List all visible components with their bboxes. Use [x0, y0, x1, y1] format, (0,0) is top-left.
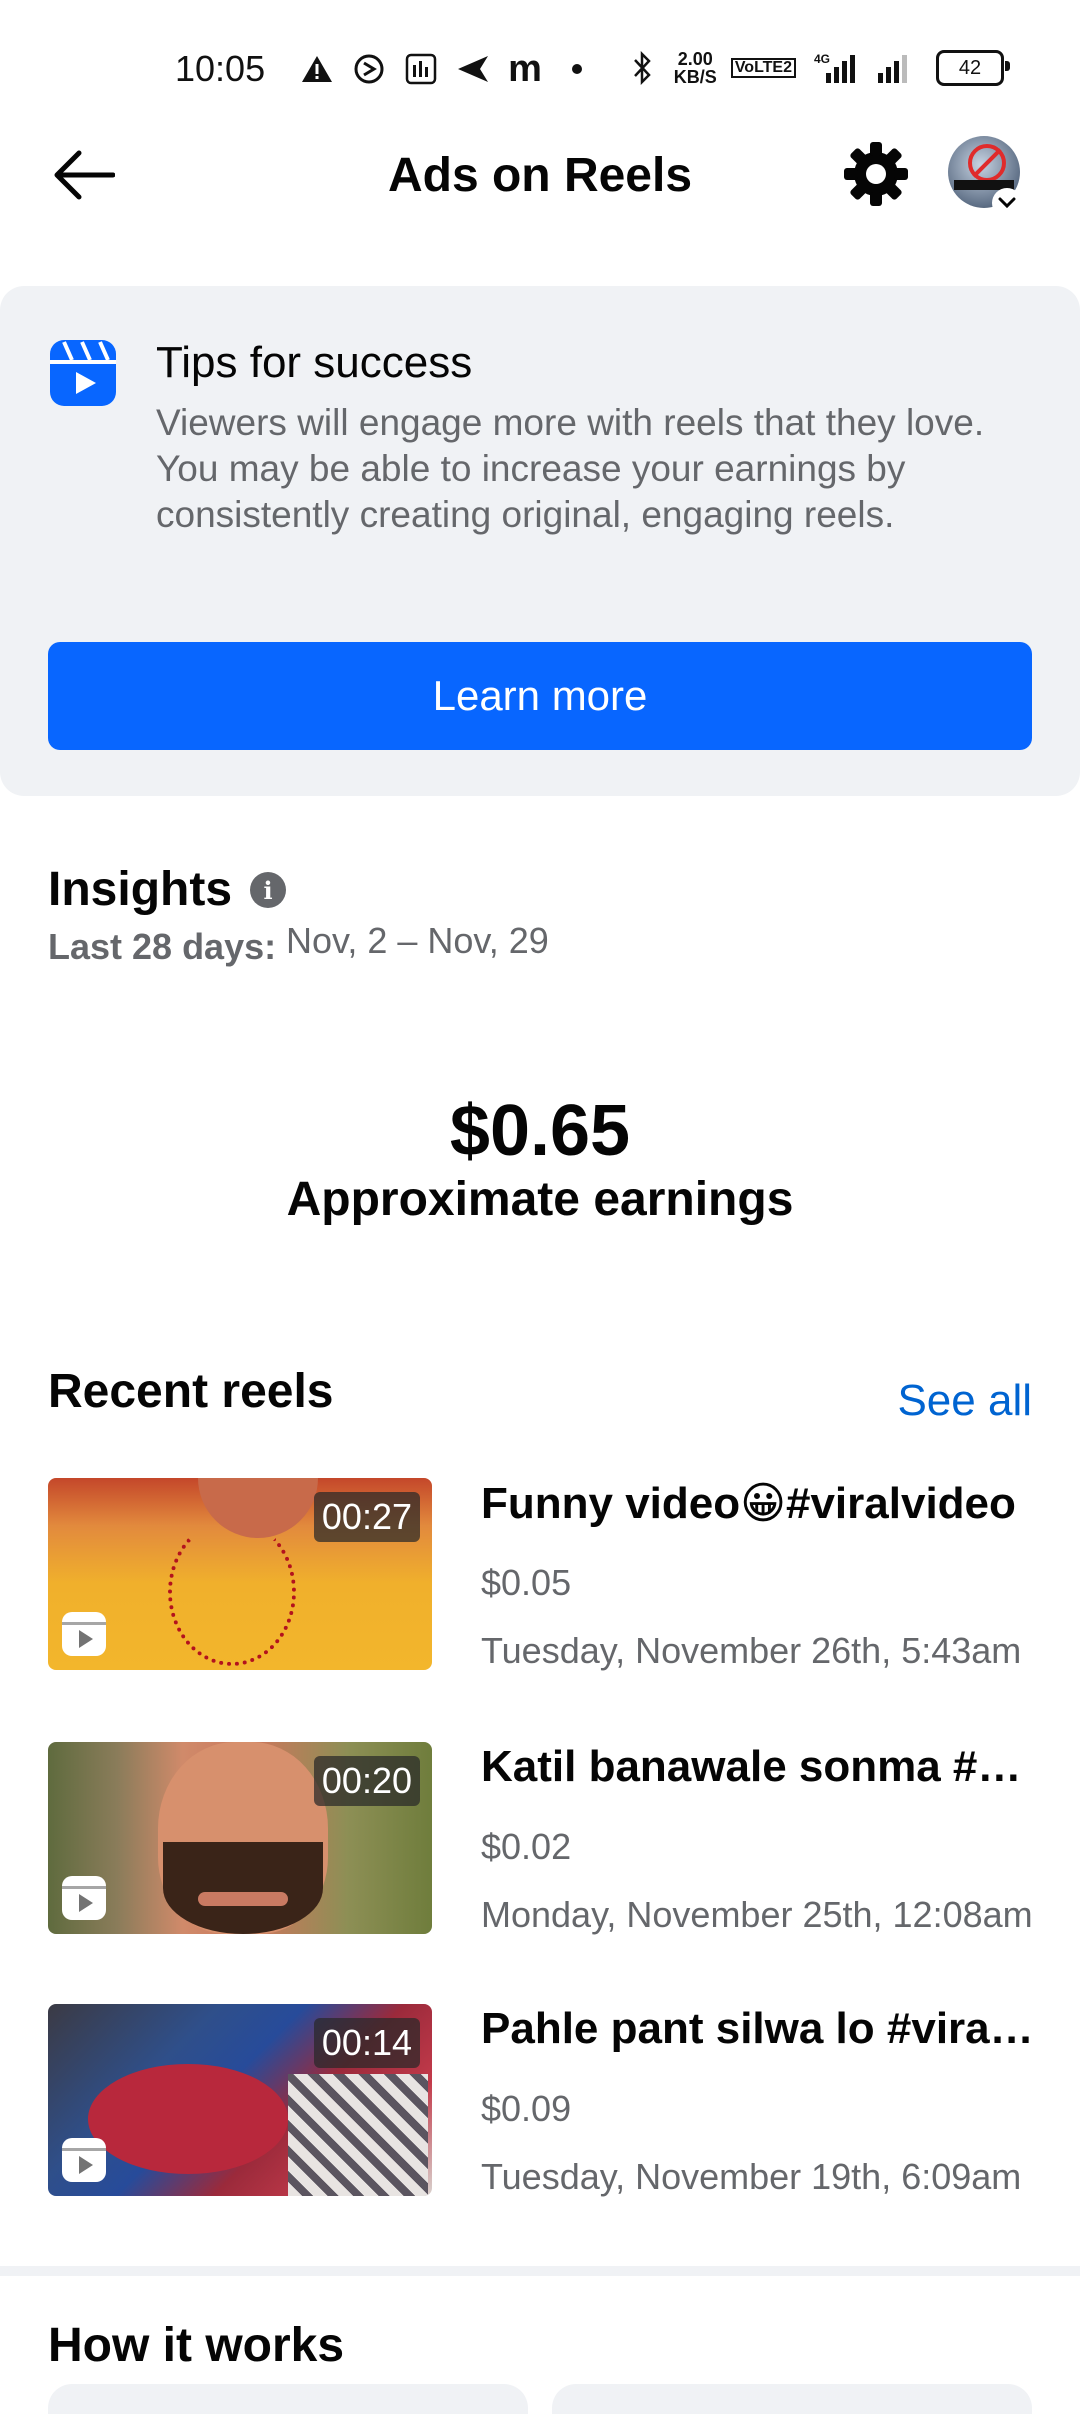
reel-title: Funny video😀#viralvideo — [481, 1479, 1016, 1528]
reel-item[interactable]: 00:27 Funny video😀#viralvideo $0.05 Tues… — [48, 1478, 1032, 1671]
tips-title: Tips for success — [156, 338, 473, 387]
network-speed: 2.00 KB/S — [674, 50, 717, 86]
notification-icons: m — [300, 47, 594, 90]
learn-more-button[interactable]: Learn more — [48, 642, 1032, 750]
chart-app-icon — [404, 52, 438, 86]
how-it-works-card[interactable] — [552, 2384, 1032, 2414]
tips-body: Viewers will engage more with reels that… — [156, 402, 985, 535]
reel-item[interactable]: 00:14 Pahle pant silwa lo #viralreels $0… — [48, 2004, 1041, 2197]
reel-duration: 00:14 — [313, 2018, 420, 2068]
warning-icon — [300, 52, 334, 86]
period-label: Last 28 days: — [48, 926, 277, 967]
signal-bars-icon — [876, 51, 922, 85]
settings-button[interactable] — [838, 136, 914, 212]
how-it-works-card[interactable] — [48, 2384, 528, 2414]
reel-date: Tuesday, November 19th, 6:09am — [481, 2156, 1022, 2197]
page-title: Ads on Reels — [387, 149, 693, 202]
prohibited-icon — [968, 144, 1006, 182]
how-it-works-title: How it works — [48, 2319, 345, 2372]
signal-4g-icon: 4G — [810, 51, 862, 85]
period-range: Nov, 2 – Nov, 29 — [286, 920, 549, 961]
insights-title: Insights — [48, 863, 233, 916]
account-switcher-button[interactable] — [992, 188, 1022, 218]
reel-date: Tuesday, November 26th, 5:43am — [481, 1630, 1022, 1671]
reel-title: Pahle pant silwa lo #viralreels — [481, 2004, 1041, 2053]
info-icon[interactable]: i — [250, 872, 286, 908]
reel-thumbnail[interactable]: 00:20 — [48, 1742, 432, 1934]
send-app-icon — [456, 52, 490, 86]
reel-thumbnail[interactable]: 00:14 — [48, 2004, 432, 2196]
reels-icon — [48, 338, 118, 408]
reel-earnings: $0.05 — [481, 1562, 572, 1603]
reel-badge-icon — [62, 1612, 106, 1656]
reel-duration: 00:20 — [313, 1756, 420, 1806]
network-type: 4G — [814, 52, 830, 66]
earnings-value: $0.65 — [449, 1091, 631, 1171]
app-header: Ads on Reels — [0, 120, 1080, 230]
gear-icon — [844, 142, 908, 206]
m-app-icon: m — [508, 47, 542, 90]
reel-earnings: $0.09 — [481, 2088, 572, 2129]
reel-badge-icon — [62, 2138, 106, 2182]
earnings-label: Approximate earnings — [286, 1173, 794, 1226]
circle-app-icon — [352, 52, 386, 86]
reel-item[interactable]: 00:20 Katil banawale sonma #viral $0.02 … — [48, 1742, 1041, 1935]
section-divider — [0, 2266, 1080, 2276]
reel-title: Katil banawale sonma #viral — [481, 1742, 1041, 1791]
bluetooth-icon — [626, 51, 660, 85]
recent-reels-title: Recent reels — [48, 1365, 334, 1418]
battery-level: 42 — [958, 56, 982, 79]
volte-icon: VoLTE2 — [730, 58, 796, 78]
status-time: 10:05 — [175, 48, 266, 89]
system-status-icons: 2.00 KB/S VoLTE2 4G 42 — [626, 50, 1010, 86]
reel-date: Monday, November 25th, 12:08am — [481, 1894, 1033, 1935]
network-speed-value: 2.00 — [677, 49, 713, 69]
status-bar: 10:05 m 2.00 KB/S VoLTE2 4G 42 — [0, 0, 1080, 140]
reel-thumbnail[interactable]: 00:27 — [48, 1478, 432, 1670]
reel-badge-icon — [62, 1876, 106, 1920]
reel-earnings: $0.02 — [481, 1826, 572, 1867]
battery-icon: 42 — [936, 50, 1010, 86]
tips-card: Tips for success Viewers will engage mor… — [0, 286, 1080, 796]
reel-duration: 00:27 — [313, 1492, 420, 1542]
network-speed-unit: KB/S — [673, 67, 717, 87]
see-all-link[interactable]: See all — [897, 1376, 1032, 1426]
chevron-down-icon — [998, 197, 1016, 209]
more-notifications-icon — [560, 52, 594, 86]
